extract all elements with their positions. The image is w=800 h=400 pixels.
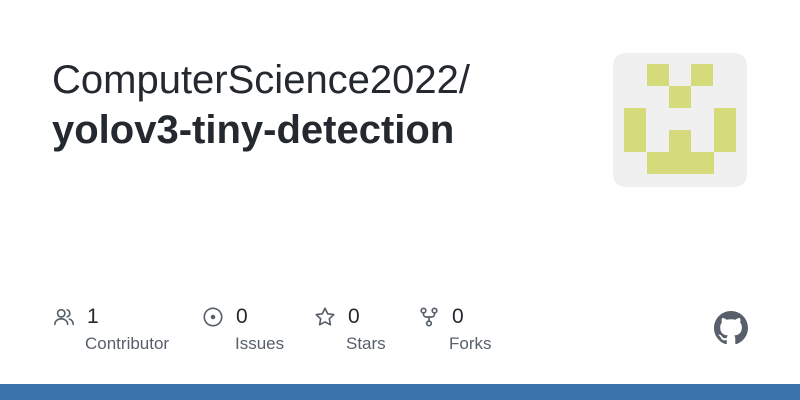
issues-count: 0 [236,305,248,328]
owner-avatar-identicon[interactable] [613,53,747,187]
fork-icon [418,306,440,328]
forks-count: 0 [452,305,464,328]
repo-name[interactable]: yolov3-tiny-detection [52,106,454,154]
bottom-accent-bar [0,384,800,400]
contributors-count: 1 [87,305,99,328]
stars-label: Stars [346,334,386,353]
repo-owner[interactable]: ComputerScience2022/ [52,56,470,104]
social-preview-card: ComputerScience2022/ yolov3-tiny-detecti… [0,0,800,400]
stat-issues[interactable]: 0 Issues [202,302,284,353]
forks-label: Forks [449,334,492,353]
identicon-icon [624,64,736,174]
issues-icon [202,306,224,328]
stars-count: 0 [348,305,360,328]
contributors-icon [53,306,75,328]
issues-label: Issues [235,334,285,353]
stat-contributors[interactable]: 1 Contributor [53,302,169,353]
star-icon [314,306,336,328]
stat-stars[interactable]: 0 Stars [314,302,386,353]
contributors-label: Contributor [85,334,170,353]
stat-forks[interactable]: 0 Forks [418,302,492,353]
github-mark-icon[interactable] [714,311,748,345]
